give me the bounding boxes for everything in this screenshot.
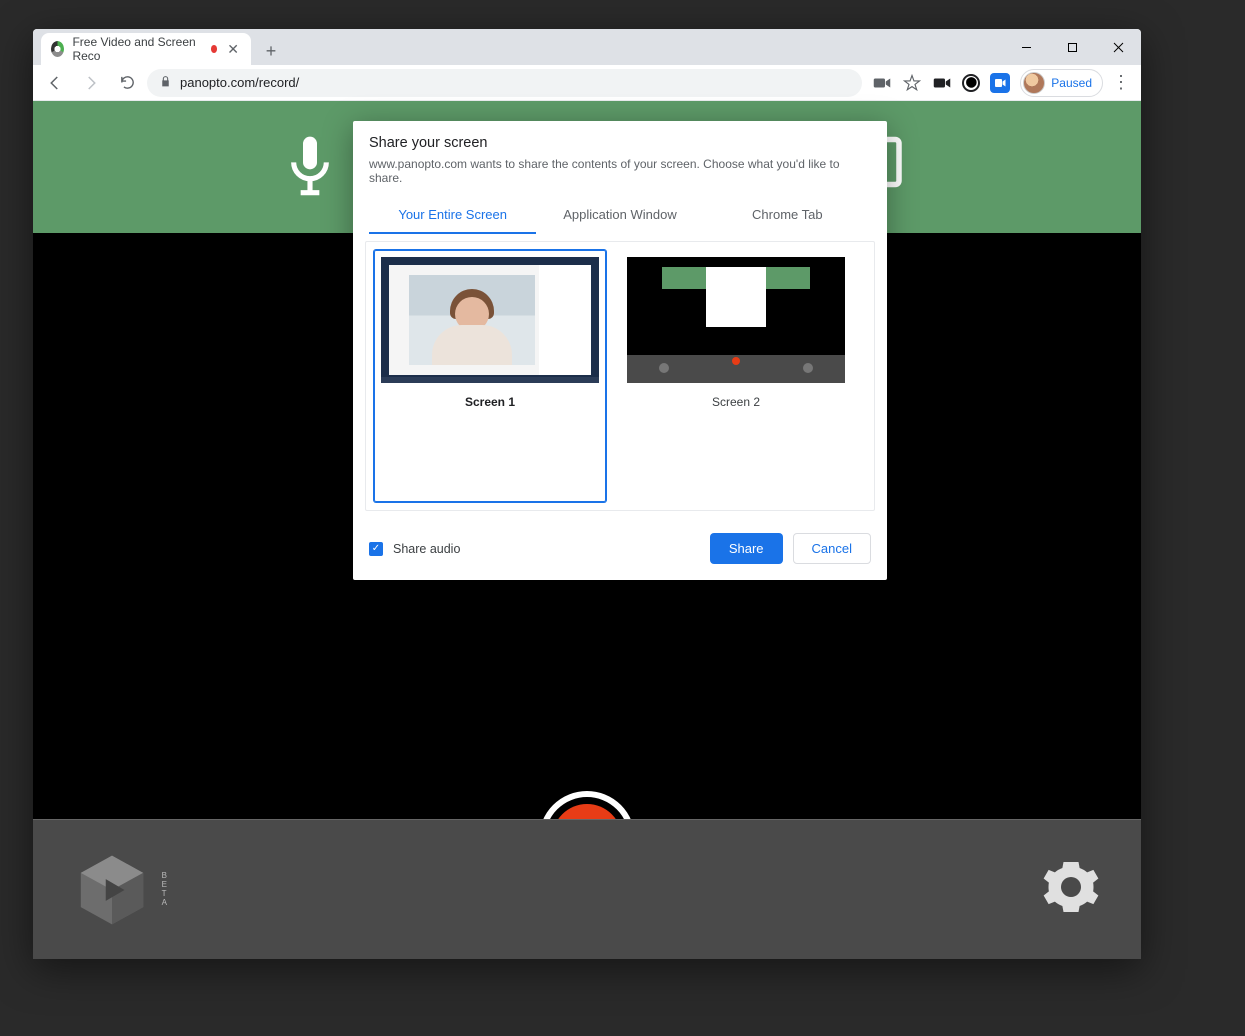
tab-close-icon[interactable]: ✕ (225, 41, 241, 58)
profile-status: Paused (1051, 76, 1092, 90)
cancel-button[interactable]: Cancel (793, 533, 871, 564)
recorder-bottom-bar: BETA (33, 819, 1141, 959)
screen-options-grid: Screen 1 Screen 2 (365, 241, 875, 511)
dialog-subtitle: www.panopto.com wants to share the conte… (369, 157, 871, 185)
screen-option-2[interactable]: Screen 2 (620, 250, 852, 502)
window-controls (1003, 29, 1141, 65)
forward-button[interactable] (75, 67, 107, 99)
browser-window: Free Video and Screen Reco ✕ + (33, 29, 1141, 959)
browser-toolbar: panopto.com/record/ ⬤ Paused ⋮ (33, 65, 1141, 101)
screen-2-thumbnail (627, 257, 845, 383)
camera-extension-icon[interactable] (872, 73, 892, 93)
reload-button[interactable] (111, 67, 143, 99)
checkbox-checked-icon: ✓ (369, 542, 383, 556)
bookmark-star-icon[interactable] (902, 73, 922, 93)
dialog-title: Share your screen (369, 135, 871, 151)
share-audio-label: Share audio (393, 542, 460, 556)
chrome-menu-icon[interactable]: ⋮ (1107, 72, 1135, 93)
share-audio-checkbox[interactable]: ✓ Share audio (369, 542, 460, 556)
tab-chrome-tab[interactable]: Chrome Tab (704, 199, 871, 234)
maximize-button[interactable] (1049, 32, 1095, 62)
avatar-icon (1023, 72, 1045, 94)
dialog-footer: ✓ Share audio Share Cancel (353, 519, 887, 580)
screen-2-label: Screen 2 (627, 395, 845, 409)
lock-icon (159, 75, 172, 91)
beta-label: BETA (162, 871, 167, 907)
tab-entire-screen[interactable]: Your Entire Screen (369, 199, 536, 234)
tab-application-window[interactable]: Application Window (536, 199, 703, 234)
extension-icons: ⬤ (866, 73, 1016, 93)
extension-icon-3[interactable] (990, 73, 1010, 93)
screen-1-label: Screen 1 (381, 395, 599, 409)
settings-button[interactable] (1041, 857, 1101, 922)
address-bar[interactable]: panopto.com/record/ (147, 69, 862, 97)
screen-1-thumbnail (381, 257, 599, 383)
browser-tab[interactable]: Free Video and Screen Reco ✕ (41, 33, 251, 65)
recording-indicator-icon (211, 45, 218, 53)
share-button[interactable]: Share (710, 533, 783, 564)
share-screen-dialog: Share your screen www.panopto.com wants … (353, 121, 887, 580)
tab-favicon (51, 41, 64, 57)
dialog-tabs: Your Entire Screen Application Window Ch… (369, 199, 871, 235)
tab-title: Free Video and Screen Reco (72, 35, 202, 63)
tab-strip: Free Video and Screen Reco ✕ + (33, 29, 1141, 65)
new-tab-button[interactable]: + (257, 37, 285, 65)
window-close-button[interactable] (1095, 32, 1141, 62)
gear-icon (1041, 857, 1101, 917)
back-button[interactable] (39, 67, 71, 99)
url-text: panopto.com/record/ (180, 75, 299, 90)
profile-chip[interactable]: Paused (1020, 69, 1103, 97)
extension-icon-2[interactable]: ⬤ (962, 74, 980, 92)
panopto-logo: BETA (73, 851, 151, 929)
microphone-icon (282, 134, 338, 200)
screen-option-1[interactable]: Screen 1 (374, 250, 606, 502)
extension-icon-1[interactable] (932, 73, 952, 93)
minimize-button[interactable] (1003, 32, 1049, 62)
